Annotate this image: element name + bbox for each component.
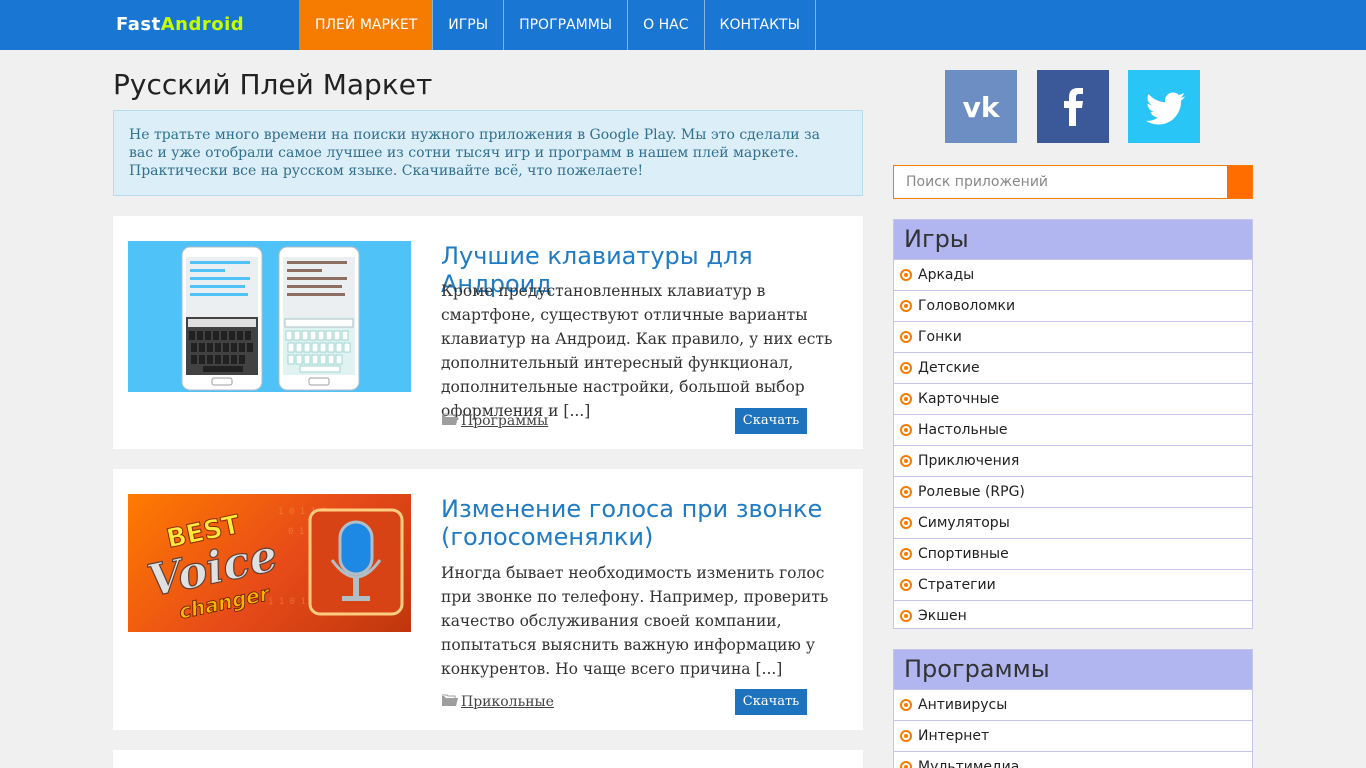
category-link[interactable]: Прикольные	[461, 694, 554, 710]
bullet-icon	[900, 548, 912, 560]
games-item-racing[interactable]: Гонки	[894, 321, 1252, 352]
article-excerpt: Иногда бывает необходимость изменить гол…	[441, 564, 829, 678]
item-label: Приключения	[918, 453, 1020, 469]
nav-item-programs[interactable]: ПРОГРАММЫ	[503, 0, 627, 50]
article-card: Лучшие клавиатуры для Андроид Кроме пред…	[113, 216, 863, 449]
intro-notice: Не тратьте много времени на поиски нужно…	[113, 110, 863, 196]
svg-text:vk: vk	[963, 91, 1001, 124]
programs-item-internet[interactable]: Интернет	[894, 720, 1252, 751]
folder-icon	[441, 412, 459, 430]
facebook-button[interactable]	[1037, 70, 1109, 143]
bullet-icon	[900, 269, 912, 281]
bullet-icon	[900, 393, 912, 405]
svg-text:1 1 0 1: 1 1 0 1	[268, 597, 306, 607]
games-item-adventure[interactable]: Приключения	[894, 445, 1252, 476]
item-label: Головоломки	[918, 298, 1016, 314]
games-item-sports[interactable]: Спортивные	[894, 538, 1252, 569]
nav-item-play-market[interactable]: ПЛЕЙ МАРКЕТ	[299, 0, 433, 50]
twitter-button[interactable]	[1128, 70, 1200, 143]
bullet-icon	[900, 331, 912, 343]
logo-text-fast: Fast	[116, 14, 161, 35]
games-widget: Игры Аркады Головоломки Гонки Детские Ка…	[893, 219, 1253, 629]
bullet-icon	[900, 362, 912, 374]
games-item-cards[interactable]: Карточные	[894, 383, 1252, 414]
download-button[interactable]: Скачать	[735, 408, 807, 434]
folder-icon	[441, 693, 459, 711]
item-label: Спортивные	[918, 546, 1009, 562]
games-item-arcade[interactable]: Аркады	[894, 259, 1252, 290]
voice-changer-illustration: 1 0 1 1 00 1 0 11 1 0 1 BEST Voice chang…	[143, 507, 404, 624]
article-thumbnail-keyboards[interactable]	[128, 241, 411, 392]
article-title[interactable]: Изменение голоса при звонке (голосоменял…	[441, 495, 851, 551]
item-label: Детские	[918, 360, 980, 376]
games-item-kids[interactable]: Детские	[894, 352, 1252, 383]
vk-icon: vk	[963, 91, 1001, 124]
twitter-icon	[1145, 92, 1186, 125]
item-label: Мультимедиа	[918, 759, 1020, 768]
bullet-icon	[900, 455, 912, 467]
programs-widget: Программы Антивирусы Интернет Мультимеди…	[893, 649, 1253, 768]
article-excerpt: Кроме предустановленных клавиатур в смар…	[441, 282, 833, 420]
bullet-icon	[900, 424, 912, 436]
item-label: Аркады	[918, 267, 975, 283]
games-item-action[interactable]: Экшен	[894, 600, 1252, 631]
search-input[interactable]	[894, 166, 1228, 198]
bullet-icon	[900, 761, 912, 768]
nav-item-games[interactable]: ИГРЫ	[432, 0, 503, 50]
item-label: Антивирусы	[918, 697, 1008, 713]
search-box	[893, 165, 1253, 199]
vk-button[interactable]: vk	[945, 70, 1017, 143]
item-label: Экшен	[918, 608, 967, 624]
item-label: Интернет	[918, 728, 990, 744]
article-card: 1 0 1 1 00 1 0 11 1 0 1 BEST Voice chang…	[113, 469, 863, 730]
category-link[interactable]: Программы	[461, 413, 548, 429]
item-label: Карточные	[918, 391, 1000, 407]
bullet-icon	[900, 699, 912, 711]
games-item-board[interactable]: Настольные	[894, 414, 1252, 445]
top-navbar: FastAndroid ПЛЕЙ МАРКЕТ ИГРЫ ПРОГРАММЫ О…	[0, 0, 1366, 50]
widget-title-programs: Программы	[894, 650, 1252, 689]
article-category: Прикольные	[441, 693, 554, 711]
bullet-icon	[900, 517, 912, 529]
article-category: Программы	[441, 412, 548, 430]
bullet-icon	[900, 300, 912, 312]
games-item-puzzles[interactable]: Головоломки	[894, 290, 1252, 321]
main-nav: ПЛЕЙ МАРКЕТ ИГРЫ ПРОГРАММЫ О НАС КОНТАКТ…	[299, 0, 816, 50]
item-label: Ролевые (RPG)	[918, 484, 1025, 500]
programs-item-antivirus[interactable]: Антивирусы	[894, 689, 1252, 720]
article-card	[113, 750, 863, 768]
site-logo[interactable]: FastAndroid	[116, 14, 244, 35]
widget-title-games: Игры	[894, 220, 1252, 259]
search-button[interactable]	[1227, 166, 1252, 198]
bullet-icon	[900, 730, 912, 742]
item-label: Настольные	[918, 422, 1008, 438]
item-label: Гонки	[918, 329, 962, 345]
games-item-simulators[interactable]: Симуляторы	[894, 507, 1252, 538]
item-label: Стратегии	[918, 577, 996, 593]
keyboards-illustration	[181, 246, 360, 391]
nav-item-about[interactable]: О НАС	[627, 0, 703, 50]
download-button[interactable]: Скачать	[735, 689, 807, 715]
programs-item-multimedia[interactable]: Мультимедиа	[894, 751, 1252, 768]
bullet-icon	[900, 486, 912, 498]
page-title: Русский Плей Маркет	[113, 68, 433, 101]
logo-text-android: Android	[160, 14, 245, 35]
games-item-strategy[interactable]: Стратегии	[894, 569, 1252, 600]
facebook-icon	[1064, 88, 1083, 126]
bullet-icon	[900, 579, 912, 591]
article-thumbnail-voice-changer[interactable]: 1 0 1 1 00 1 0 11 1 0 1 BEST Voice chang…	[128, 494, 411, 632]
item-label: Симуляторы	[918, 515, 1010, 531]
bullet-icon	[900, 610, 912, 622]
games-item-rpg[interactable]: Ролевые (RPG)	[894, 476, 1252, 507]
nav-item-contacts[interactable]: КОНТАКТЫ	[703, 0, 816, 50]
